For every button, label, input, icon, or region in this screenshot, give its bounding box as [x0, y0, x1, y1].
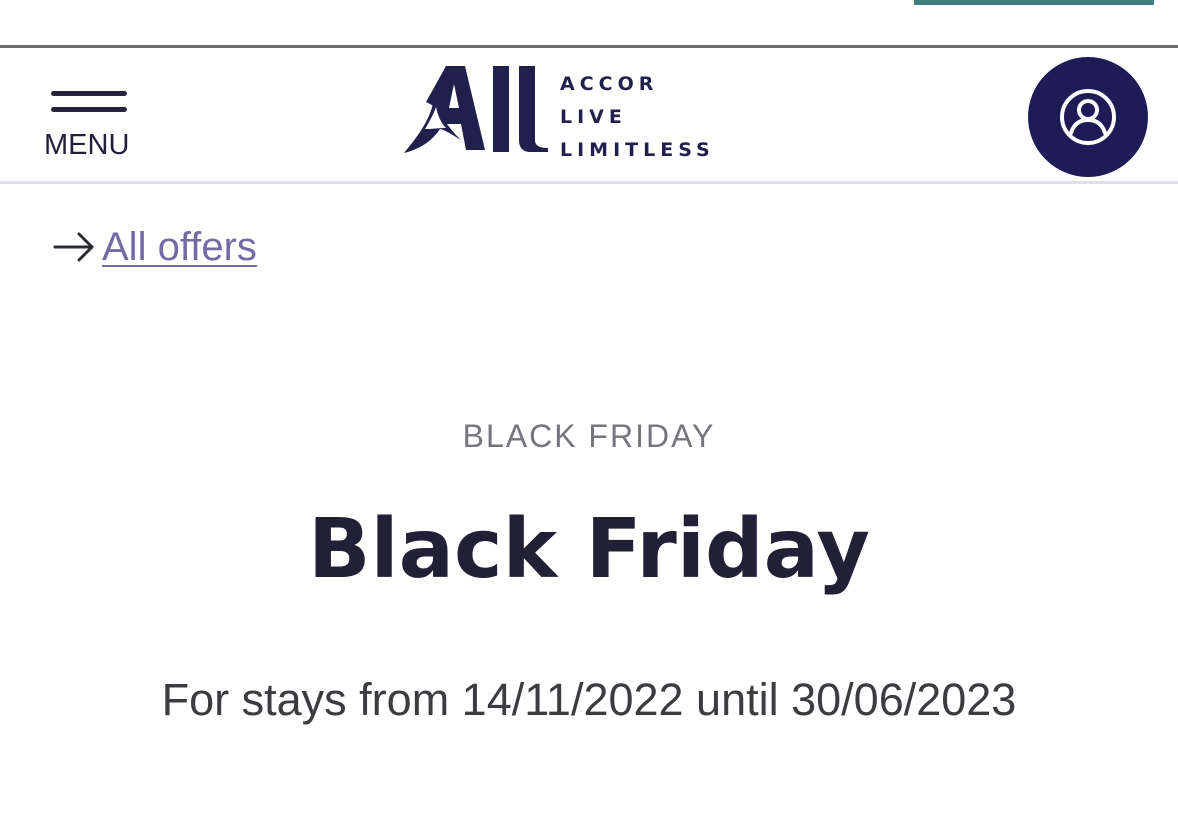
top-accent-bar [914, 0, 1154, 5]
menu-label: MENU [44, 129, 130, 161]
user-circle-icon [1060, 89, 1116, 145]
offer-title: Black Friday [308, 502, 870, 597]
offer-category: BLACK FRIDAY [462, 418, 716, 454]
logo-line: LIVE [560, 106, 627, 128]
logo-wordmark: ACCOR LIVE LIMITLESS [560, 68, 710, 167]
account-button[interactable] [1028, 57, 1148, 177]
all-offers-label: All offers [102, 225, 257, 269]
hamburger-line [51, 91, 127, 96]
logo-line: ACCOR [560, 73, 659, 95]
page: MENU ACCOR LIVE LIMITLESS All offers BLA… [0, 0, 1178, 838]
site-header: MENU ACCOR LIVE LIMITLESS [0, 48, 1178, 184]
menu-button[interactable]: MENU [44, 88, 136, 163]
all-logo-mark [404, 66, 548, 153]
hamburger-icon [51, 88, 127, 116]
logo-line: LIMITLESS [560, 139, 715, 161]
arrow-right-icon [53, 232, 94, 262]
all-offers-link[interactable]: All offers [52, 222, 257, 272]
hamburger-line [51, 107, 127, 112]
offer-dates: For stays from 14/11/2022 until 30/06/20… [161, 674, 1017, 725]
accor-all-logo[interactable]: ACCOR LIVE LIMITLESS [402, 62, 712, 161]
